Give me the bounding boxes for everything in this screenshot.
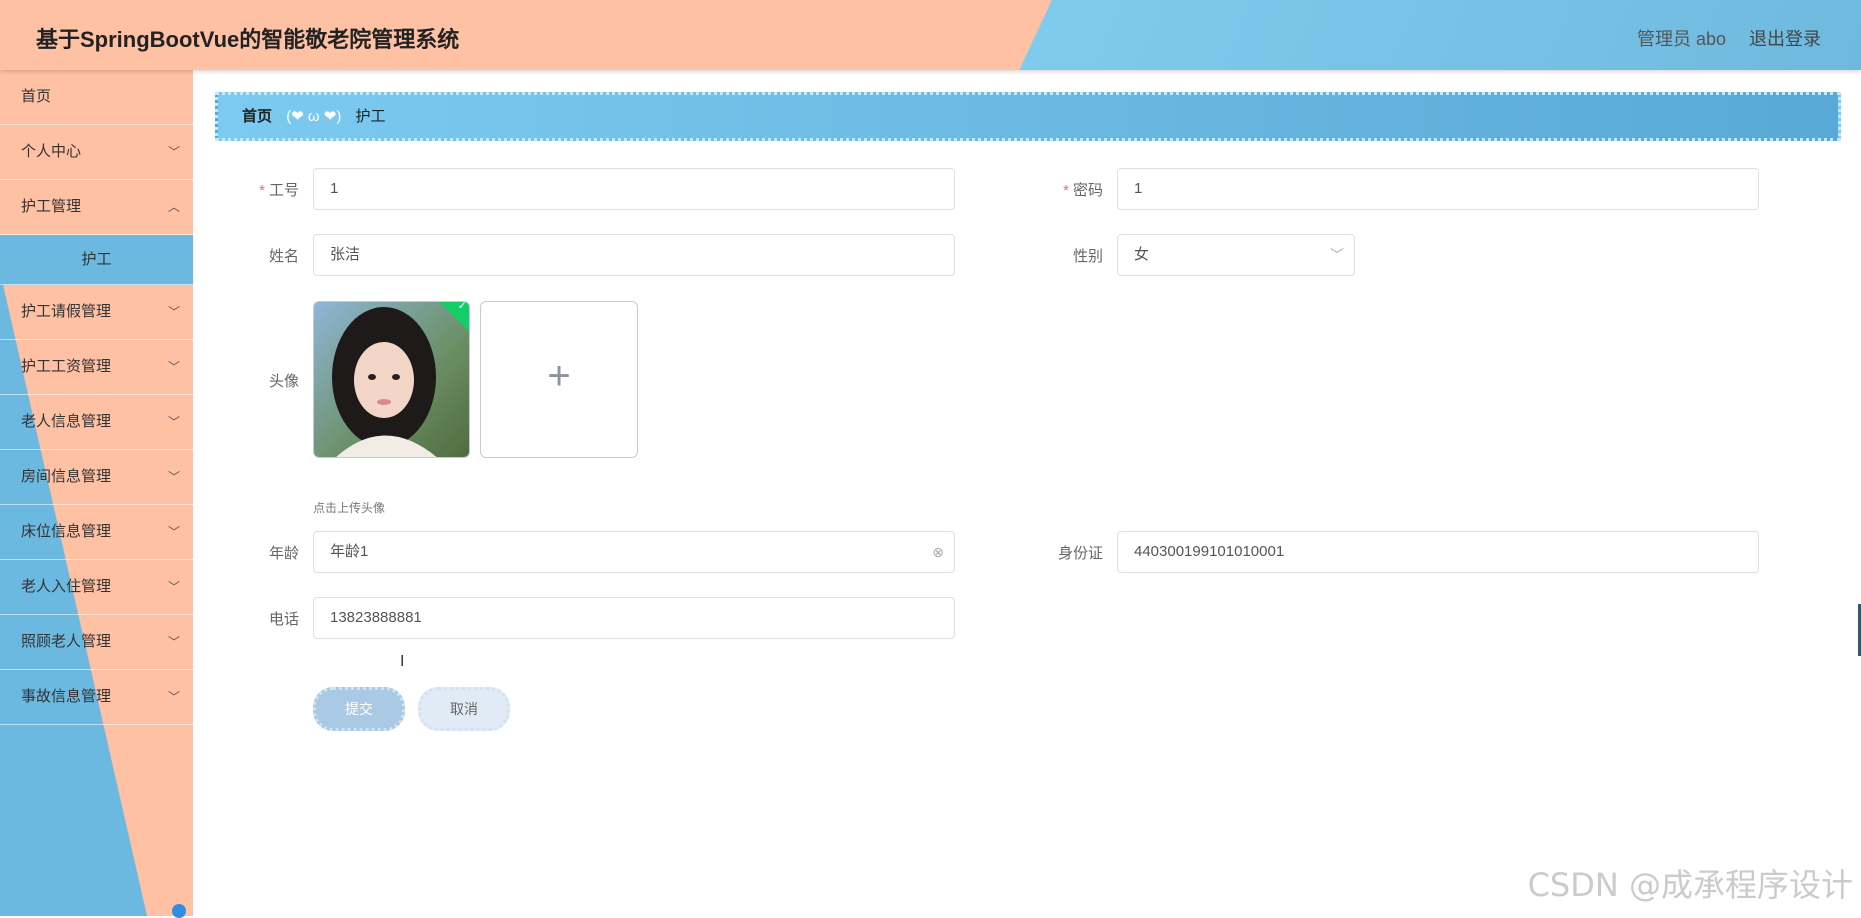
gender-select[interactable]: 女 ﹀: [1117, 234, 1355, 276]
app-title: 基于SpringBootVue的智能敬老院管理系统: [36, 27, 460, 52]
chevron-up-icon: ︿: [167, 200, 180, 214]
breadcrumb: 首页 (❤ ω ❤) 护工: [215, 92, 1841, 141]
chevron-down-icon: ﹀: [167, 635, 180, 649]
avatar-preview[interactable]: ✓: [313, 301, 470, 458]
age-label: 年龄: [268, 545, 299, 562]
chevron-down-icon: ﹀: [167, 690, 180, 704]
sidebar-item-care-management[interactable]: 照顾老人管理 ﹀: [0, 615, 193, 670]
sidebar-item-label: 护工管理: [21, 198, 82, 215]
sidebar-item-label: 老人信息管理: [21, 413, 112, 430]
chevron-down-icon: ﹀: [1330, 247, 1344, 263]
id-card-label: 身份证: [1057, 545, 1103, 562]
sidebar-item-label: 护工请假管理: [21, 303, 112, 320]
gender-selected-value: 女: [1134, 246, 1150, 263]
phone-input[interactable]: 13823888881: [313, 597, 955, 639]
breadcrumb-separator: (❤ ω ❤): [286, 108, 342, 125]
submit-button[interactable]: 提交: [313, 687, 405, 731]
sidebar-item-label: 老人入住管理: [21, 578, 112, 595]
sidebar-subitem-caregiver[interactable]: 护工: [0, 235, 193, 285]
sidebar-item-label: 个人中心: [21, 143, 82, 160]
age-value: 年龄1: [330, 543, 369, 560]
sidebar-item-leave-management[interactable]: 护工请假管理 ﹀: [0, 285, 193, 340]
required-mark: *: [259, 182, 265, 199]
job-no-label: * 工号: [259, 182, 299, 199]
sidebar-item-home[interactable]: 首页: [0, 70, 193, 125]
sidebar-item-elder-info[interactable]: 老人信息管理 ﹀: [0, 395, 193, 450]
password-label: * 密码: [1063, 182, 1103, 199]
chevron-down-icon: ﹀: [167, 305, 180, 319]
gender-label: 性别: [1072, 248, 1103, 265]
name-input[interactable]: 张洁: [313, 234, 955, 276]
cancel-button[interactable]: 取消: [418, 687, 510, 731]
sidebar-item-room-info[interactable]: 房间信息管理 ﹀: [0, 450, 193, 505]
sidebar-item-label: 首页: [21, 88, 52, 105]
clear-icon[interactable]: ⊗: [932, 532, 944, 572]
sidebar-item-check-in[interactable]: 老人入住管理 ﹀: [0, 560, 193, 615]
breadcrumb-home[interactable]: 首页: [242, 108, 272, 125]
sidebar-item-personal-center[interactable]: 个人中心 ﹀: [0, 125, 193, 180]
breadcrumb-current: 护工: [355, 108, 386, 125]
required-mark: *: [1063, 182, 1069, 199]
phone-label: 电话: [268, 611, 299, 628]
current-user: 管理员 abo: [1636, 29, 1726, 49]
sidebar-item-accident-info[interactable]: 事故信息管理 ﹀: [0, 670, 193, 725]
age-input[interactable]: 年龄1 ⊗: [313, 531, 955, 573]
sidebar-item-salary-management[interactable]: 护工工资管理 ﹀: [0, 340, 193, 395]
check-icon: ✓: [457, 301, 467, 313]
chevron-down-icon: ﹀: [167, 580, 180, 594]
chevron-down-icon: ﹀: [167, 360, 180, 374]
avatar-upload-button[interactable]: +: [480, 301, 638, 458]
sidebar: 首页 个人中心 ﹀ 护工管理 ︿ 护工 护工请假管理 ﹀ 护工工资管理 ﹀ 老人信息管理…: [0, 70, 193, 918]
avatar-upload-tip: 点击上传头像: [313, 501, 386, 515]
top-header: 基于SpringBootVue的智能敬老院管理系统 管理员 abo 退出登录: [0, 0, 1861, 70]
sidebar-item-label: 护工: [81, 251, 112, 268]
sidebar-item-bed-info[interactable]: 床位信息管理 ﹀: [0, 505, 193, 560]
sidebar-item-caregiver-management[interactable]: 护工管理 ︿: [0, 180, 193, 235]
sidebar-item-label: 房间信息管理: [21, 468, 112, 485]
plus-icon: +: [547, 354, 571, 398]
sidebar-item-label: 床位信息管理: [21, 523, 112, 540]
watermark: CSDN @成承程序设计: [1527, 866, 1853, 904]
name-label: 姓名: [268, 248, 299, 265]
chevron-down-icon: ﹀: [167, 470, 180, 484]
sidebar-item-label: 照顾老人管理: [21, 633, 112, 650]
avatar-label: 头像: [268, 373, 299, 390]
id-card-input[interactable]: 440300199101010001: [1117, 531, 1759, 573]
job-no-input[interactable]: 1: [313, 168, 955, 210]
logout-link[interactable]: 退出登录: [1749, 25, 1821, 51]
sidebar-item-label: 事故信息管理: [21, 688, 112, 705]
main-content: 首页 (❤ ω ❤) 护工 * 工号 1 * 密码 1 姓名 张洁 性别 女 ﹀ 头…: [193, 70, 1861, 916]
password-input[interactable]: 1: [1117, 168, 1759, 210]
text-cursor-icon: I: [400, 653, 405, 670]
chevron-down-icon: ﹀: [167, 525, 180, 539]
avatar-image: [314, 302, 469, 457]
sidebar-item-label: 护工工资管理: [21, 358, 112, 375]
chevron-down-icon: ﹀: [167, 415, 180, 429]
chevron-down-icon: ﹀: [167, 145, 180, 159]
